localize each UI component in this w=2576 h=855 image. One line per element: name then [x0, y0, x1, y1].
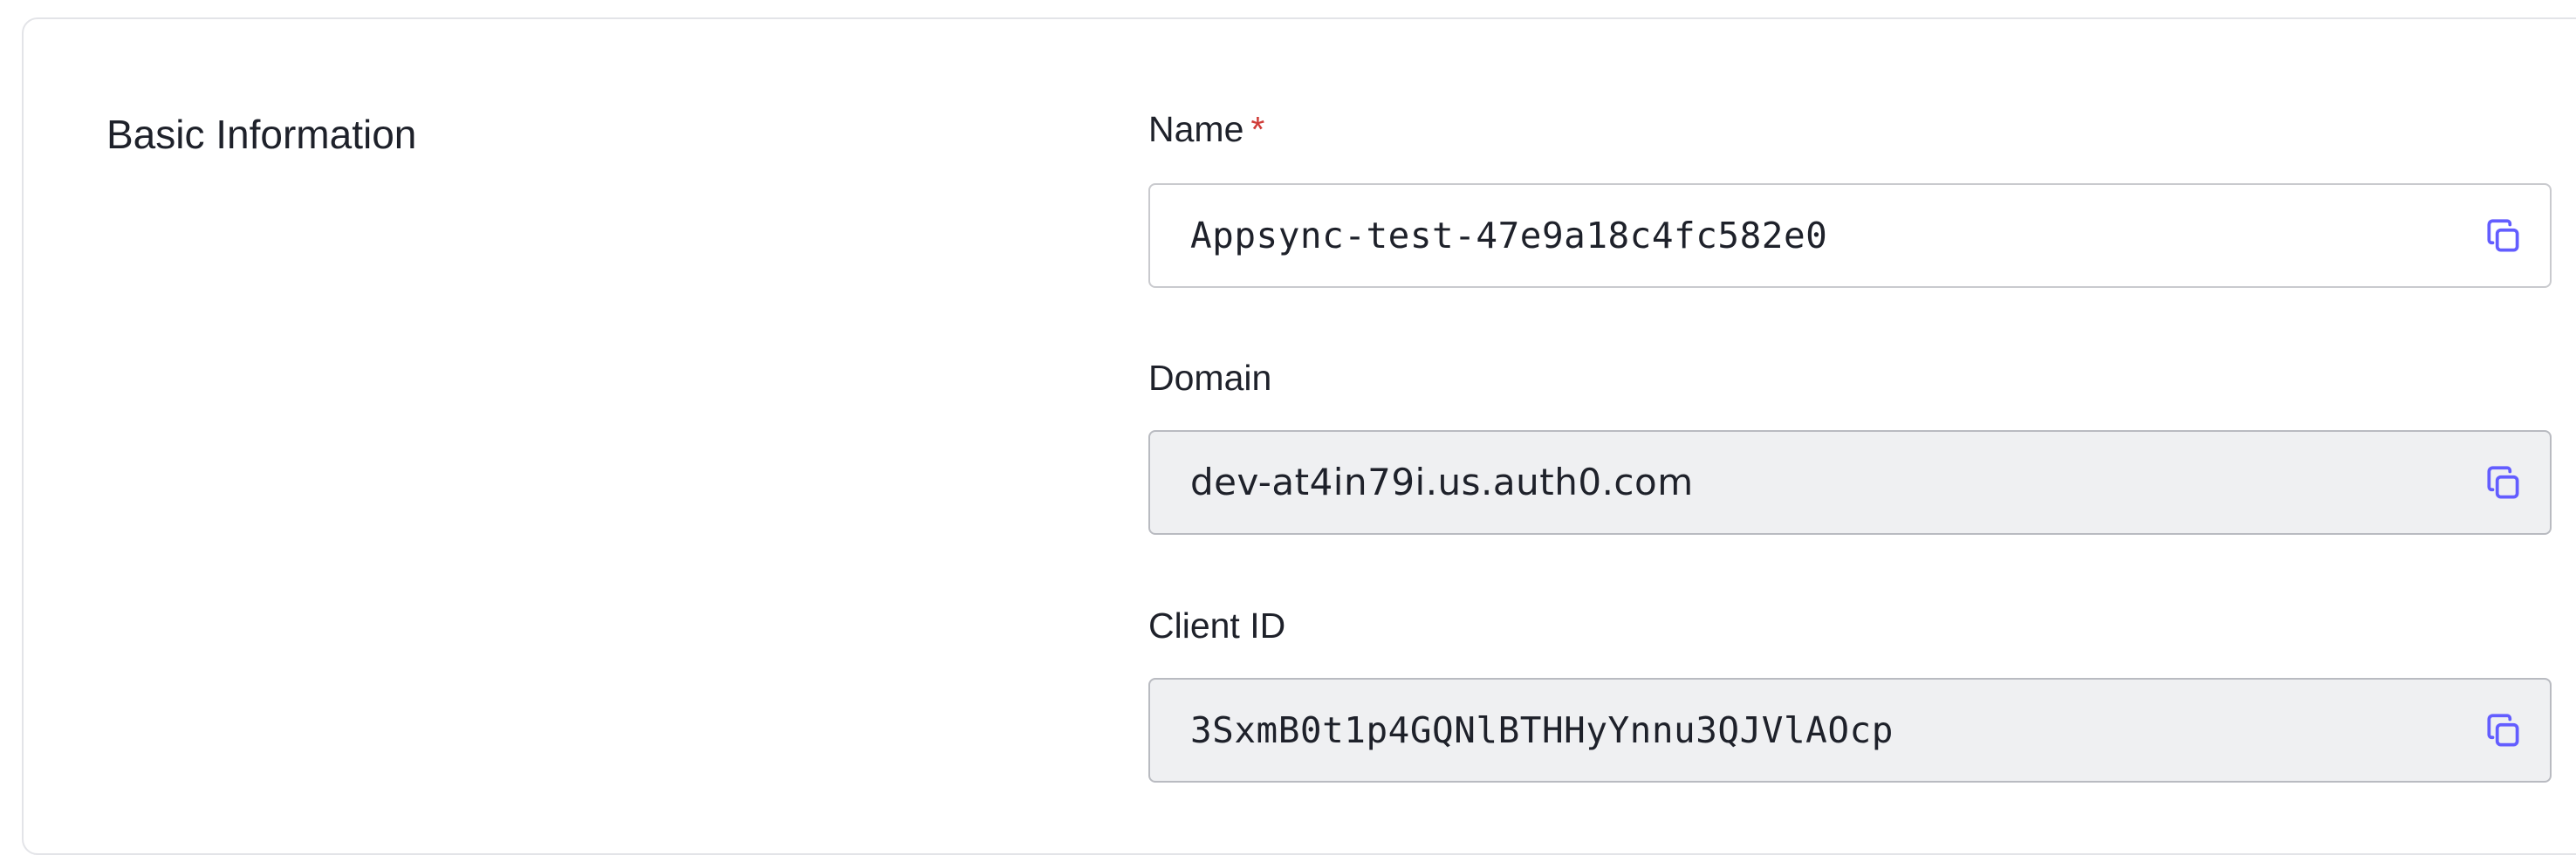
section-title: Basic Information: [106, 112, 417, 157]
client-id-label: Client ID: [1148, 605, 1286, 646]
name-label: Name *: [1148, 105, 1264, 154]
client-id-field-value: 3SxmB0t1p4GQNlBTHHyYnnu3QJVlAOcp: [1190, 709, 1894, 751]
copy-icon: [2487, 219, 2519, 252]
copy-icon: [2487, 466, 2519, 499]
domain-label: Domain: [1148, 358, 1272, 398]
copy-icon: [2487, 714, 2519, 747]
copy-name-button[interactable]: [2482, 215, 2525, 258]
client-id-field[interactable]: 3SxmB0t1p4GQNlBTHHyYnnu3QJVlAOcp: [1148, 678, 2552, 783]
copy-domain-button[interactable]: [2482, 462, 2525, 505]
name-label-text: Name: [1148, 109, 1244, 149]
copy-client-id-button[interactable]: [2482, 709, 2525, 753]
domain-field-value: dev-at4in79i.us.auth0.com: [1190, 461, 1694, 503]
name-input-value[interactable]: Appsync-test-47e9a18c4fc582e0: [1190, 185, 1827, 286]
required-indicator: *: [1250, 109, 1265, 149]
name-input[interactable]: Appsync-test-47e9a18c4fc582e0: [1148, 183, 2552, 288]
domain-field[interactable]: dev-at4in79i.us.auth0.com: [1148, 430, 2552, 535]
